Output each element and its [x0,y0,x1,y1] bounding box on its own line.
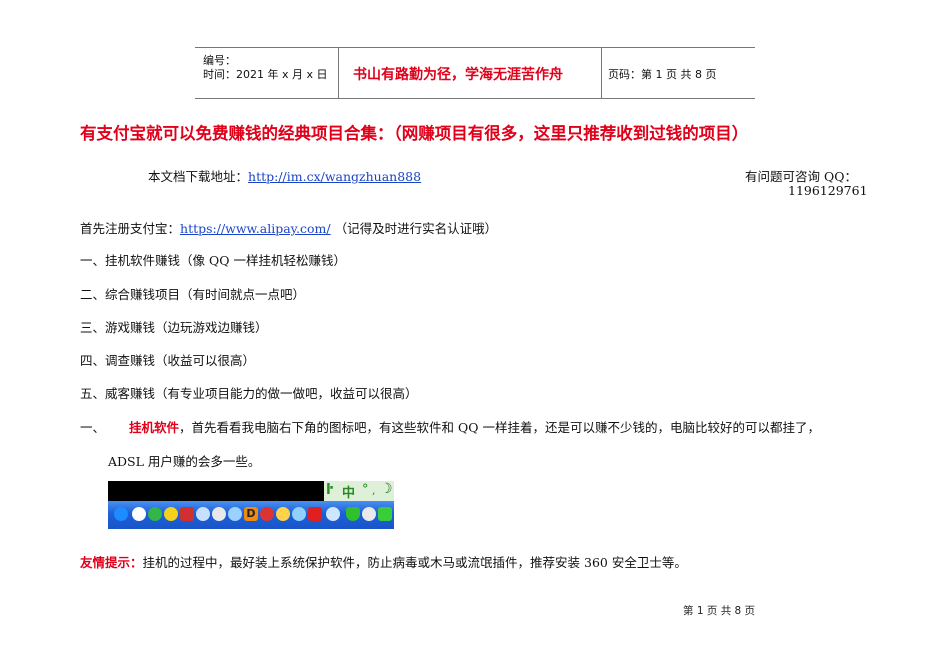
section1-text2: ADSL 用户赚的会多一些。 [108,454,261,469]
cloud-icon [196,507,210,521]
wifi-icon [326,507,340,521]
alipay-link[interactable]: https://www.alipay.com/ [180,221,331,236]
register-note: （记得及时进行实名认证哦） [330,221,498,236]
speaker-icon [292,507,306,521]
time-label: 时间：2021 年 x 月 x 日 [203,68,328,81]
ime-tray: ŀ 中 ° , ☽ [324,481,394,501]
section1-heading: 挂机软件 [129,420,180,435]
tip-label: 友情提示： [80,555,143,570]
page-code: 页码：第 1 页 共 8 页 [608,68,717,81]
list-item: 五、威客赚钱（有专业项目能力的做一做吧，收益可以很高） [80,386,418,401]
taskbar-tray-icons: D [108,501,394,529]
sun-icon [276,507,290,521]
header-page-cell: 页码：第 1 页 共 8 页 [602,48,755,98]
register-line: 首先注册支付宝：https://www.alipay.com/ （记得及时进行实… [80,218,497,237]
list-item: 一、挂机软件赚钱（像 QQ 一样挂机轻松赚钱） [80,253,346,268]
qq-penguin-icon [164,507,178,521]
download-link[interactable]: http://im.cx/wangzhuan888 [248,169,421,184]
smiley-icon [132,507,146,521]
green-ball-icon [148,507,162,521]
list-item: 四、调查赚钱（收益可以很高） [80,353,256,368]
d-app-icon: D [244,507,258,521]
cd-icon [362,507,376,521]
register-label: 首先注册支付宝： [80,221,181,236]
list-item: 三、游戏赚钱（边玩游戏边赚钱） [80,320,268,335]
ime-text: 中 [342,486,356,501]
taskbar-screenshot-top [108,481,324,501]
punctuation-icon: ° [362,482,369,497]
motto: 书山有路勤为径，学海无涯苦作舟 [353,67,563,83]
section1-text: ，首先看看我电脑右下角的图标吧，有这些软件和 QQ 一样挂着，还是可以赚不少钱的… [179,420,820,435]
section1-num: 一、 [80,420,106,435]
shield-icon [346,507,360,521]
download-label: 本文档下载地址： [148,169,249,184]
page-footer: 第 1 页 共 8 页 [683,605,756,617]
header-motto-cell: 书山有路勤为径，学海无涯苦作舟 [339,48,602,98]
arrow-icon [114,507,128,521]
globe-icon [212,507,226,521]
tip-line: 友情提示：挂机的过程中，最好装上系统保护软件，防止病毒或木马或流氓插件，推荐安装… [80,552,687,571]
ime-flag-icon: ŀ [326,482,334,498]
red-app-icon [260,507,274,521]
header-info-cell: 编号： 时间：2021 年 x 月 x 日 [195,48,339,98]
download-line: 本文档下载地址：http://im.cx/wangzhuan888 [148,166,421,185]
grid-icon [180,507,194,521]
contact-qq: 1196129761 [788,183,868,198]
header-table: 编号： 时间：2021 年 x 月 x 日 书山有路勤为径，学海无涯苦作舟 页码… [195,47,755,99]
section1-line: 挂机软件，首先看看我电脑右下角的图标吧，有这些软件和 QQ 一样挂着，还是可以赚… [129,417,820,436]
comma-icon: , [372,484,376,497]
document-title: 有支付宝就可以免费赚钱的经典项目合集：（网赚项目有很多，这里只推荐收到过钱的项目… [80,124,749,143]
red-square-icon [308,507,322,521]
network-icon [228,507,242,521]
moon-icon: ☽ [380,481,393,497]
green-square-icon [378,507,392,521]
list-item: 二、综合赚钱项目（有时间就点一点吧） [80,287,306,302]
tip-text: 挂机的过程中，最好装上系统保护软件，防止病毒或木马或流氓插件，推荐安装 360 … [142,555,687,570]
